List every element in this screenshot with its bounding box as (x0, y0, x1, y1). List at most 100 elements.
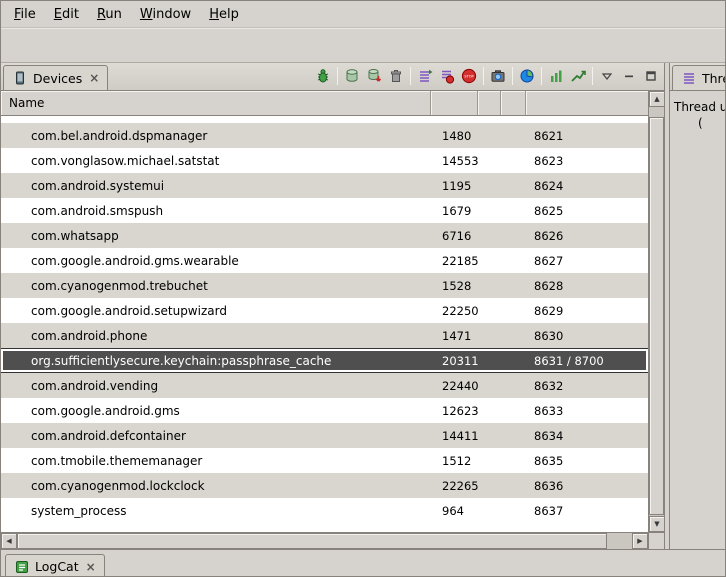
process-pid: 1679 (431, 204, 478, 218)
scroll-up-icon[interactable]: ▲ (649, 91, 664, 107)
column-header-port[interactable] (526, 91, 648, 115)
process-pid: 964 (431, 504, 478, 518)
process-pid: 20311 (431, 354, 478, 368)
process-port: 8623 (526, 154, 648, 168)
process-port: 8624 (526, 179, 648, 193)
process-port: 8625 (526, 204, 648, 218)
tab-devices[interactable]: Devices × (3, 65, 108, 90)
process-port: 8627 (526, 254, 648, 268)
threads-message: Thread up( (670, 91, 725, 549)
table-row[interactable]: system_process9648637 (1, 498, 648, 523)
vertical-scrollbar[interactable]: ▲ ▼ (648, 91, 664, 532)
debug-process-icon[interactable] (312, 65, 334, 87)
column-header-name[interactable]: Name (1, 91, 431, 115)
start-profiling-icon[interactable] (545, 65, 567, 87)
maximize-icon[interactable] (640, 65, 662, 87)
system-info-icon[interactable] (516, 65, 538, 87)
table-row[interactable]: com.google.android.gms.wearable221858627 (1, 248, 648, 273)
table-row[interactable]: com.android.vending224408632 (1, 373, 648, 398)
table-header: Name (1, 91, 648, 116)
column-header-empty[interactable] (478, 91, 501, 115)
threads-view-header: Threads (670, 63, 725, 91)
menu-window[interactable]: Window (131, 4, 200, 25)
dump-hprof-icon[interactable] (363, 65, 385, 87)
process-pid: 6716 (431, 229, 478, 243)
threads-message-line: ( (674, 115, 725, 131)
process-name: com.android.defcontainer (1, 429, 431, 443)
toolbar-separator (512, 67, 513, 85)
tab-logcat-label: LogCat (35, 559, 79, 574)
close-icon[interactable]: × (87, 71, 99, 85)
close-icon[interactable]: × (84, 560, 96, 574)
process-pid: 1528 (431, 279, 478, 293)
tab-threads[interactable]: Threads (672, 65, 725, 90)
process-port: 8631 / 8700 (526, 354, 648, 368)
update-heap-icon[interactable] (341, 65, 363, 87)
process-name: com.google.android.gms.wearable (1, 254, 431, 268)
column-header-pid[interactable] (431, 91, 478, 115)
minimize-icon[interactable] (618, 65, 640, 87)
process-port: 8626 (526, 229, 648, 243)
logcat-bar: LogCat × (1, 549, 725, 577)
table-row[interactable]: com.tmobile.thememanager15128635 (1, 448, 648, 473)
process-name: com.bel.android.dspmanager (1, 129, 431, 143)
column-header-empty[interactable] (501, 91, 526, 115)
vertical-scroll-track[interactable] (649, 107, 664, 516)
process-port: 8633 (526, 404, 648, 418)
horizontal-scrollbar[interactable]: ◀ ▶ (1, 532, 664, 549)
process-pid: 1471 (431, 329, 478, 343)
cause-gc-icon[interactable] (385, 65, 407, 87)
process-name: com.cyanogenmod.lockclock (1, 479, 431, 493)
table-row[interactable]: com.bel.android.dspmanager14808621 (1, 123, 648, 148)
stop-process-icon[interactable]: STOP (458, 65, 480, 87)
table-row[interactable]: com.vonglasow.michael.satstat145538623 (1, 148, 648, 173)
toolbar-separator (483, 67, 484, 85)
process-name: com.vonglasow.michael.satstat (1, 154, 431, 168)
process-name: system_process (1, 504, 431, 518)
devices-view: Devices × STOP Name com.bel.android.dspm… (1, 63, 665, 549)
network-stats-icon[interactable] (567, 65, 589, 87)
update-threads-icon[interactable] (414, 65, 436, 87)
process-table-body: com.bel.android.dspmanager14808621com.vo… (1, 116, 648, 532)
process-pid: 22250 (431, 304, 478, 318)
process-table: Name com.bel.android.dspmanager14808621c… (1, 91, 664, 532)
table-row[interactable]: com.android.smspush1679 8625 (1, 198, 648, 223)
screenshot-icon[interactable] (487, 65, 509, 87)
horizontal-scroll-thumb[interactable] (17, 533, 607, 549)
table-row[interactable]: com.cyanogenmod.lockclock222658636 (1, 473, 648, 498)
menu-help[interactable]: Help (200, 4, 248, 25)
toolbar-separator (592, 67, 593, 85)
stop-threads-icon[interactable] (436, 65, 458, 87)
process-name: com.google.android.setupwizard (1, 304, 431, 318)
table-row[interactable]: com.android.systemui11958624 (1, 173, 648, 198)
tab-threads-label: Threads (702, 71, 725, 86)
process-pid: 12623 (431, 404, 478, 418)
main-area: Devices × STOP Name com.bel.android.dspm… (1, 63, 725, 549)
process-name: com.cyanogenmod.trebuchet (1, 279, 431, 293)
table-row-selected[interactable]: org.sufficientlysecure.keychain:passphra… (1, 348, 648, 373)
scroll-left-icon[interactable]: ◀ (1, 533, 17, 549)
table-row[interactable]: com.whatsapp67168626 (1, 223, 648, 248)
table-row[interactable]: com.cyanogenmod.trebuchet1528 8628 (1, 273, 648, 298)
scroll-down-icon[interactable]: ▼ (649, 516, 664, 532)
menu-edit[interactable]: Edit (45, 4, 88, 25)
menu-file[interactable]: File (5, 4, 45, 25)
scroll-right-icon[interactable]: ▶ (632, 533, 648, 549)
table-row[interactable]: com.android.phone14718630 (1, 323, 648, 348)
table-row[interactable]: com.google.android.gms126238633 (1, 398, 648, 423)
process-port: 8636 (526, 479, 648, 493)
view-menu-icon[interactable] (596, 65, 618, 87)
table-row[interactable]: com.google.android.setupwizard222508629 (1, 298, 648, 323)
menu-run[interactable]: Run (88, 4, 131, 25)
table-row[interactable]: com.android.defcontainer144118634 (1, 423, 648, 448)
threads-view: Threads Thread up( (669, 63, 725, 549)
tab-logcat[interactable]: LogCat × (5, 554, 105, 577)
process-name: com.android.smspush (1, 204, 431, 218)
process-name: com.android.systemui (1, 179, 431, 193)
process-name: com.tmobile.thememanager (1, 454, 431, 468)
horizontal-scroll-track[interactable] (17, 533, 632, 549)
tab-devices-label: Devices (33, 71, 82, 86)
process-port: 8628 (526, 279, 648, 293)
process-name: com.android.phone (1, 329, 431, 343)
vertical-scroll-thumb[interactable] (649, 117, 664, 515)
